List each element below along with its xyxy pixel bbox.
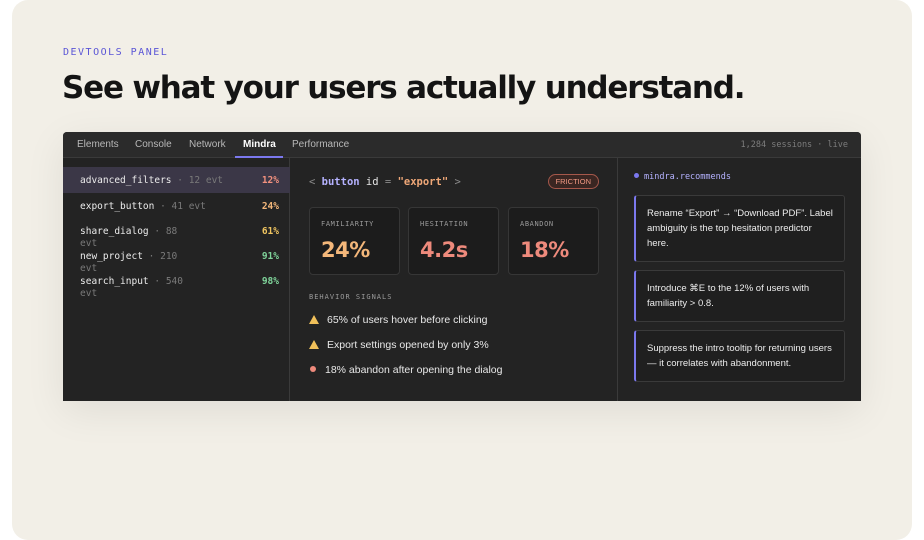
- element-row[interactable]: export_button · 41 evt 24%: [63, 193, 290, 219]
- element-score: 24%: [261, 201, 279, 212]
- element-score: 61%: [261, 226, 279, 237]
- warning-icon: [309, 315, 319, 324]
- recommendation-card[interactable]: Suppress the intro tooltip for returning…: [634, 330, 845, 382]
- element-row[interactable]: new_project · 210 evt 91%: [63, 243, 290, 274]
- signal-item: Export settings opened by only 3%: [309, 339, 489, 353]
- page-title: See what your users actually understand.: [62, 70, 746, 106]
- element-name: search_input: [80, 276, 149, 287]
- metric-label: HESITATION: [420, 220, 469, 228]
- element-events: · 12 evt: [177, 175, 224, 186]
- element-score: 98%: [261, 276, 279, 287]
- element-name: share_dialog: [80, 226, 149, 237]
- element-score: 12%: [261, 175, 279, 186]
- signal-text: Export settings opened by only 3%: [327, 339, 489, 351]
- signal-text: 65% of users hover before clicking: [327, 314, 488, 326]
- element-events: · 41 evt: [160, 201, 206, 212]
- code-bracket: <: [309, 176, 316, 188]
- element-row[interactable]: advanced_filters · 12 evt 12%: [63, 167, 290, 193]
- element-list: advanced_filters · 12 evt 12% export_but…: [63, 158, 290, 401]
- eyebrow-label: DEVTOOLS PANEL: [63, 47, 169, 58]
- recommendation-card[interactable]: Introduce ⌘E to the 12% of users with fa…: [634, 270, 845, 322]
- status-badge: FRICTION: [547, 174, 599, 189]
- element-selector: < button id = "export" >: [309, 176, 461, 188]
- element-row[interactable]: share_dialog · 88 evt 61%: [63, 218, 290, 249]
- metric-card-abandon: ABANDON 18%: [508, 207, 599, 275]
- code-equals: =: [384, 176, 392, 188]
- element-score: 91%: [261, 251, 279, 262]
- warning-icon: [309, 340, 319, 349]
- signal-item: 65% of users hover before clicking: [309, 314, 488, 328]
- devtools-panel: Elements Console Network Mindra Performa…: [63, 132, 861, 401]
- element-name: advanced_filters: [80, 175, 172, 186]
- signal-text: 18% abandon after opening the dialog: [325, 364, 503, 376]
- recommendation-card[interactable]: Rename “Export” → “Download PDF”. Label …: [634, 195, 845, 262]
- metric-card-familiarity: FAMILIARITY 24%: [309, 207, 400, 275]
- tab-bar: Elements Console Network Mindra Performa…: [63, 132, 861, 158]
- dot-icon: [634, 173, 639, 178]
- metric-value: 24%: [321, 238, 370, 262]
- metric-value: 4.2s: [420, 238, 468, 262]
- tab-network[interactable]: Network: [189, 132, 226, 158]
- element-events: · 88: [154, 226, 178, 237]
- tab-console[interactable]: Console: [135, 132, 172, 158]
- code-value: "export": [397, 176, 449, 188]
- element-name: export_button: [80, 201, 155, 212]
- metric-value: 18%: [520, 238, 569, 262]
- code-bracket: >: [454, 176, 461, 188]
- signal-item: 18% abandon after opening the dialog: [309, 364, 502, 378]
- signals-heading: BEHAVIOR SIGNALS: [309, 293, 393, 301]
- tab-mindra[interactable]: Mindra: [243, 132, 276, 158]
- element-row[interactable]: search_input · 540 evt 98%: [63, 268, 290, 299]
- metric-label: FAMILIARITY: [321, 220, 374, 228]
- recommendations-heading: mindra.recommends: [634, 172, 731, 182]
- element-events: · 540: [154, 276, 183, 287]
- metric-label: ABANDON: [520, 220, 554, 228]
- dot-icon: [310, 366, 316, 372]
- element-events: · 210: [148, 251, 178, 262]
- metric-card-hesitation: HESITATION 4.2s: [408, 207, 499, 275]
- tab-performance[interactable]: Performance: [292, 132, 349, 158]
- element-name: new_project: [80, 251, 143, 262]
- tab-elements[interactable]: Elements: [77, 132, 119, 158]
- code-attr: id: [365, 176, 379, 188]
- element-detail: < button id = "export" > FRICTION FAMILI…: [290, 158, 618, 401]
- recommendations-title: mindra.recommends: [644, 172, 731, 182]
- element-events-wrap: evt: [80, 288, 98, 299]
- sessions-status: 1,284 sessions · live: [740, 140, 848, 150]
- recommendations-pane: mindra.recommends Rename “Export” → “Dow…: [618, 158, 861, 401]
- code-tag: button: [321, 176, 360, 188]
